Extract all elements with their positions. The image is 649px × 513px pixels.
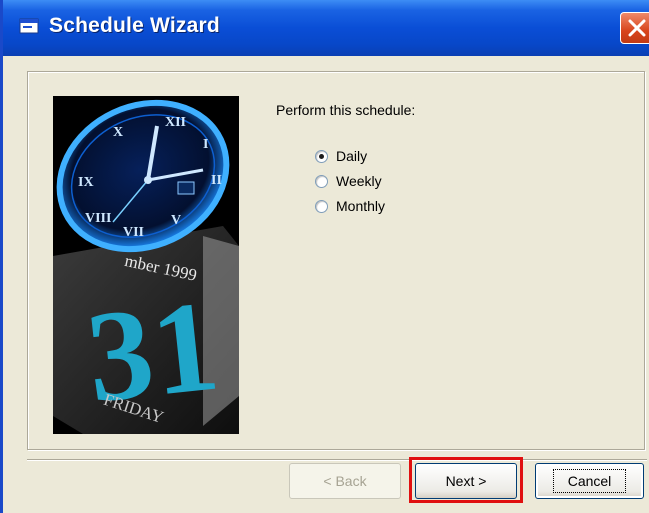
radio-option-weekly[interactable]: Weekly (315, 171, 382, 191)
svg-text:I: I (203, 137, 208, 152)
radio-button-weekly[interactable] (315, 174, 328, 188)
radio-button-daily[interactable] (315, 149, 328, 163)
close-button[interactable] (620, 12, 649, 44)
radio-button-monthly[interactable] (315, 199, 328, 213)
schedule-prompt: Perform this schedule: (276, 102, 416, 118)
svg-text:X: X (113, 125, 123, 140)
cancel-button-label: Cancel (552, 469, 627, 493)
svg-text:II: II (211, 173, 222, 188)
radio-label-weekly: Weekly (336, 173, 382, 189)
svg-text:V: V (171, 213, 181, 228)
svg-text:VIII: VIII (85, 211, 111, 226)
title-bar[interactable]: Schedule Wizard (3, 0, 649, 56)
back-button[interactable]: < Back (289, 463, 401, 499)
radio-label-monthly: Monthly (336, 198, 386, 214)
svg-text:VII: VII (123, 225, 144, 240)
window-title: Schedule Wizard (49, 14, 220, 37)
schedule-wizard-window: Schedule Wizard mber 1999 31 FRIDAY XII … (0, 0, 649, 513)
window-app-icon (19, 18, 39, 34)
cancel-button[interactable]: Cancel (535, 463, 644, 499)
footer-separator (27, 459, 647, 461)
radio-option-daily[interactable]: Daily (315, 146, 367, 166)
next-button-highlight (409, 457, 523, 503)
clock-calendar-illustration: mber 1999 31 FRIDAY XII I II IX VIII VII… (53, 96, 239, 434)
svg-text:IX: IX (78, 175, 94, 190)
close-icon (628, 19, 646, 37)
radio-option-monthly[interactable]: Monthly (315, 196, 385, 216)
svg-text:XII: XII (165, 115, 186, 130)
radio-label-daily: Daily (336, 148, 368, 164)
